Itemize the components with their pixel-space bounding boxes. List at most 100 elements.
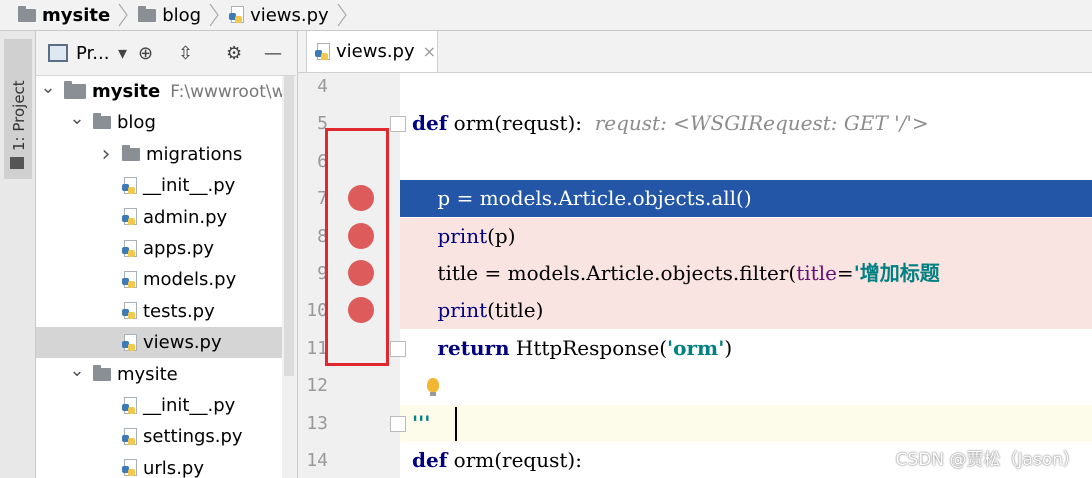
folder-icon bbox=[10, 157, 24, 169]
tree-item-label: settings.py bbox=[143, 426, 243, 448]
tree-item-migrations[interactable]: › migrations bbox=[36, 139, 296, 170]
breakpoint-icon[interactable] bbox=[348, 185, 374, 212]
editor-tabs: views.py × bbox=[298, 31, 1092, 73]
gear-icon[interactable]: ⚙ bbox=[226, 43, 242, 64]
folder-icon bbox=[18, 5, 36, 22]
tree-item-__init__-py[interactable]: __init__.py bbox=[36, 170, 296, 201]
close-icon[interactable]: × bbox=[423, 42, 436, 61]
line-number: 12 bbox=[306, 375, 328, 397]
code-line[interactable]: ''' bbox=[400, 404, 1092, 442]
breadcrumb-label: mysite bbox=[42, 4, 111, 26]
code-line[interactable] bbox=[400, 143, 1092, 180]
tree-item-tests-py[interactable]: tests.py bbox=[36, 296, 296, 327]
line-number: 11 bbox=[306, 337, 328, 359]
code-line[interactable]: return HttpResponse('orm') bbox=[400, 330, 1092, 367]
tree-item-label: blog bbox=[117, 112, 156, 134]
project-toolbar: Pr... ▾ ⊕ ⇳ ⚙ — bbox=[36, 31, 296, 76]
folder-icon bbox=[93, 364, 111, 381]
tree-item-mysite[interactable]: ⌄ mysite F:\wwwroot\we bbox=[36, 76, 296, 107]
chevron-down-icon[interactable]: ⌄ bbox=[67, 360, 87, 381]
tree-item-blog[interactable]: ⌄ blog bbox=[36, 107, 296, 138]
project-panel: Pr... ▾ ⊕ ⇳ ⚙ — ⌄ mysite F:\wwwroot\we ⌄ blo… bbox=[36, 31, 296, 478]
lightbulb-icon[interactable] bbox=[427, 378, 439, 396]
tree-item-label: tests.py bbox=[143, 300, 215, 322]
line-number: 8 bbox=[317, 225, 328, 247]
code-line[interactable]: def orm(requst): requst: <WSGIRequest: G… bbox=[400, 105, 1092, 142]
python-file-icon bbox=[122, 396, 138, 415]
minimize-icon[interactable]: — bbox=[264, 43, 282, 64]
line-number: 4 bbox=[317, 76, 328, 97]
python-file-icon bbox=[122, 208, 138, 226]
tree-item-settings-py[interactable]: settings.py bbox=[36, 421, 296, 452]
code-line[interactable] bbox=[400, 68, 1092, 105]
breakpoint-icon[interactable] bbox=[348, 260, 374, 286]
project-view-icon bbox=[48, 44, 68, 62]
chevron-down-icon[interactable]: ⌄ bbox=[67, 108, 87, 129]
code-line[interactable] bbox=[400, 367, 1092, 404]
tree-item-label: admin.py bbox=[143, 206, 228, 228]
breadcrumb-item-blog[interactable]: blog bbox=[130, 0, 221, 30]
python-file-icon bbox=[122, 459, 138, 477]
tree-item-label: migrations bbox=[146, 143, 243, 165]
text-caret bbox=[455, 406, 457, 441]
fold-marker-icon[interactable] bbox=[390, 415, 406, 432]
chevron-down-icon[interactable]: ⌄ bbox=[38, 77, 58, 98]
breadcrumb: mysite blog views.py bbox=[0, 0, 1092, 31]
breadcrumb-label: blog bbox=[162, 4, 202, 26]
chevron-right-icon bbox=[209, 3, 219, 27]
tree-item-__init__-py[interactable]: __init__.py bbox=[36, 390, 296, 421]
fold-marker-icon[interactable] bbox=[390, 116, 406, 133]
breadcrumb-item-mysite[interactable]: mysite bbox=[0, 0, 130, 30]
chevron-right-icon bbox=[337, 3, 347, 27]
tab-views-py[interactable]: views.py × bbox=[306, 31, 438, 72]
code-line[interactable]: title = models.Article.objects.filter(ti… bbox=[400, 255, 1092, 292]
python-file-icon bbox=[315, 42, 331, 61]
python-file-icon bbox=[122, 333, 138, 352]
python-file-icon bbox=[122, 176, 138, 195]
tree-item-label: mysite bbox=[117, 363, 178, 385]
tree-item-label: apps.py bbox=[143, 238, 215, 259]
tree-item-label: __init__.py bbox=[143, 175, 236, 197]
line-number: 10 bbox=[306, 300, 328, 322]
tree-item-mysite[interactable]: ⌄ mysite bbox=[36, 359, 296, 390]
python-file-icon bbox=[122, 239, 138, 258]
breadcrumb-label: views.py bbox=[250, 4, 329, 26]
project-path: F:\wwwroot\we bbox=[170, 81, 296, 102]
line-number: 14 bbox=[306, 450, 328, 471]
tree-item-views-py[interactable]: views.py bbox=[36, 327, 296, 359]
breakpoint-icon[interactable] bbox=[348, 222, 374, 249]
breadcrumb-item-views-py[interactable]: views.py bbox=[221, 0, 349, 30]
tree-item-urls-py[interactable]: urls.py bbox=[36, 453, 296, 478]
python-file-icon bbox=[122, 270, 138, 289]
project-view-selector[interactable]: Pr... bbox=[76, 43, 109, 64]
line-number: 9 bbox=[317, 263, 328, 284]
tree-item-label: views.py bbox=[143, 332, 222, 354]
collapse-icon[interactable]: ⇳ bbox=[178, 43, 193, 64]
tree-item-label: urls.py bbox=[143, 457, 204, 478]
fold-marker-icon[interactable] bbox=[390, 340, 406, 357]
code-line[interactable]: print(p) bbox=[400, 217, 1092, 255]
dropdown-arrow-icon[interactable]: ▾ bbox=[118, 43, 127, 64]
tree-scrollbar[interactable] bbox=[282, 76, 296, 478]
code-line[interactable]: print(title) bbox=[400, 292, 1092, 330]
tree-item-apps-py[interactable]: apps.py bbox=[36, 233, 296, 264]
folder-icon bbox=[122, 144, 140, 161]
watermark: CSDN @贾松（Jason） bbox=[895, 450, 1080, 470]
project-tool-label[interactable]: 1: Project bbox=[10, 80, 28, 151]
locate-icon[interactable]: ⊕ bbox=[138, 43, 153, 64]
tree-item-label: models.py bbox=[143, 269, 237, 291]
line-number: 5 bbox=[317, 113, 328, 135]
tree-item-label: __init__.py bbox=[143, 395, 236, 416]
tool-window-strip: 1: Project bbox=[0, 31, 36, 478]
editor: views.py × 4 5 6 7 8 9 10 11 12 13 14 def orm(requ… bbox=[297, 31, 1092, 478]
chevron-right-icon bbox=[118, 3, 128, 27]
tree-item-label: mysite bbox=[92, 81, 161, 102]
code-area[interactable]: def orm(requst): requst: <WSGIRequest: G… bbox=[400, 73, 1092, 478]
chevron-right-icon[interactable]: › bbox=[96, 142, 116, 167]
tree-item-models-py[interactable]: models.py bbox=[36, 264, 296, 295]
code-line[interactable]: p = models.Article.objects.all() bbox=[400, 180, 1092, 218]
tree-item-admin-py[interactable]: admin.py bbox=[36, 202, 296, 233]
python-file-icon bbox=[122, 302, 138, 320]
line-number: 13 bbox=[306, 412, 328, 434]
scrollbar-thumb[interactable] bbox=[284, 76, 294, 376]
